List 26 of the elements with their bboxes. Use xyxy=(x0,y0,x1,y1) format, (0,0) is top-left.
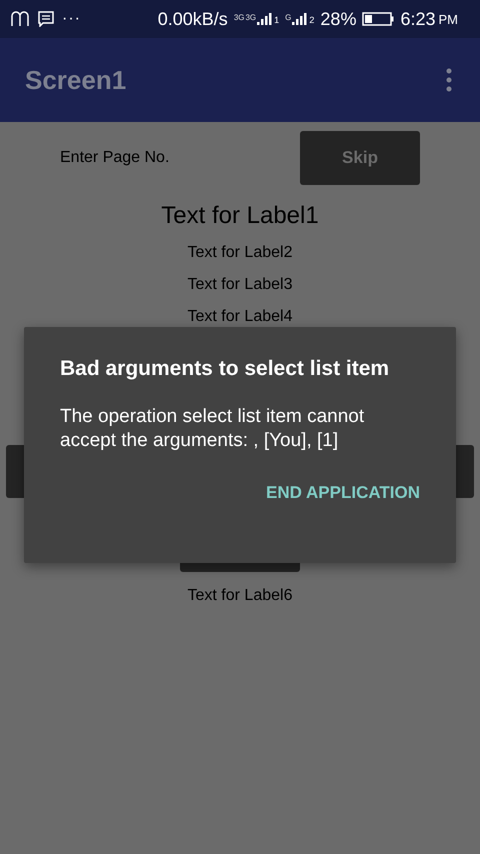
screen-title: Screen1 xyxy=(25,64,126,96)
network-type: 3G xyxy=(234,13,244,22)
label-text: Text for Label4 xyxy=(188,307,292,327)
dialog-message: The operation select list item cannot accept the arguments: , [You], [1] xyxy=(60,405,366,453)
sim-number: 1 xyxy=(274,15,280,25)
clock-period: PM xyxy=(438,12,458,26)
battery-icon xyxy=(362,12,394,26)
dialog-title: Bad arguments to select list item xyxy=(60,357,390,381)
signal-icon xyxy=(292,13,308,25)
menu-icon[interactable] xyxy=(446,68,452,92)
clock: 6:23 xyxy=(400,8,436,30)
battery-percent: 28% xyxy=(320,8,356,30)
message-icon xyxy=(38,11,54,27)
skip-button[interactable]: Skip xyxy=(300,131,420,185)
network-type: G xyxy=(285,13,292,22)
label-text: Text for Label2 xyxy=(188,243,292,263)
label-text: Text for Label1 xyxy=(161,201,319,231)
more-notifications: ··· xyxy=(62,10,81,28)
signal-icon xyxy=(257,13,274,25)
network-type: 3G xyxy=(245,13,256,22)
end-application-button[interactable]: END APPLICATION xyxy=(266,479,420,507)
network-speed: 0.00kB/s xyxy=(158,8,228,30)
label-text: Text for Label6 xyxy=(188,586,292,606)
page-label: Enter Page No. xyxy=(60,149,170,167)
label-text: Text for Label3 xyxy=(188,275,292,295)
sim-number: 2 xyxy=(309,15,314,25)
